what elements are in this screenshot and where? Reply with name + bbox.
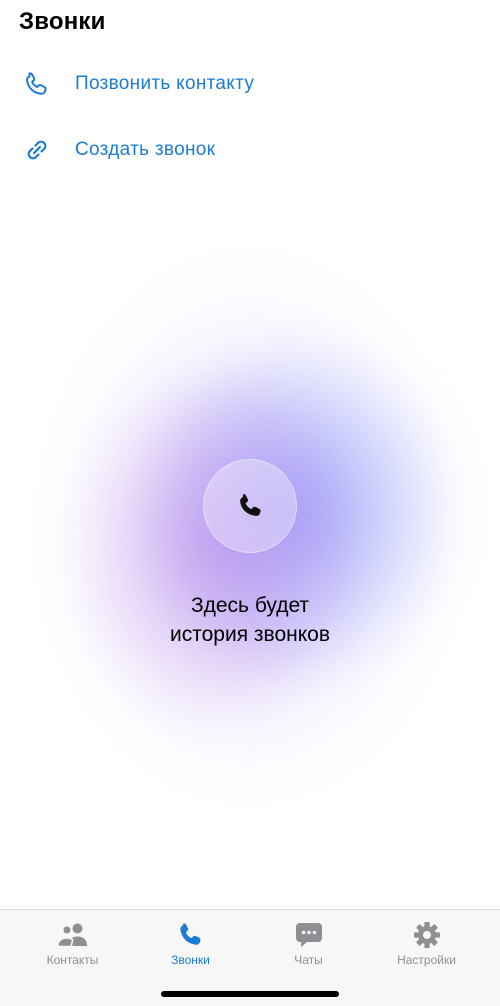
gear-icon — [414, 922, 440, 948]
page-title: Звонки — [19, 8, 106, 35]
tab-chats[interactable]: Чаты — [246, 910, 371, 974]
call-contact-label: Позвонить контакту — [75, 73, 255, 94]
empty-state-phone-bubble — [203, 459, 297, 553]
create-call-button[interactable]: Создать звонок — [0, 122, 500, 178]
phone-icon — [240, 494, 261, 516]
call-contact-button[interactable]: Позвонить контакту — [0, 56, 500, 112]
link-icon — [27, 140, 47, 160]
contacts-icon — [57, 923, 87, 948]
tab-chats-label: Чаты — [294, 953, 323, 967]
home-indicator — [161, 991, 339, 997]
tab-contacts[interactable]: Контакты — [10, 910, 135, 974]
calls-screen: Звонки Позвонить контакту Создать звонок… — [0, 0, 500, 1006]
tab-calls-label: Звонки — [171, 953, 210, 967]
tab-contacts-label: Контакты — [46, 953, 99, 967]
phone-outline-icon — [26, 72, 47, 95]
tab-settings[interactable]: Настройки — [364, 910, 489, 974]
empty-state-line-2: история звонков — [170, 623, 330, 646]
create-call-label: Создать звонок — [75, 139, 216, 160]
tab-bar: Контакты Звонки Чаты Настройки — [0, 909, 500, 1006]
tab-calls[interactable]: Звонки — [128, 910, 253, 974]
phone-icon — [180, 923, 201, 945]
empty-state-line-1: Здесь будет — [190, 594, 310, 617]
chat-bubble-icon — [296, 923, 322, 947]
tab-settings-label: Настройки — [397, 953, 456, 967]
